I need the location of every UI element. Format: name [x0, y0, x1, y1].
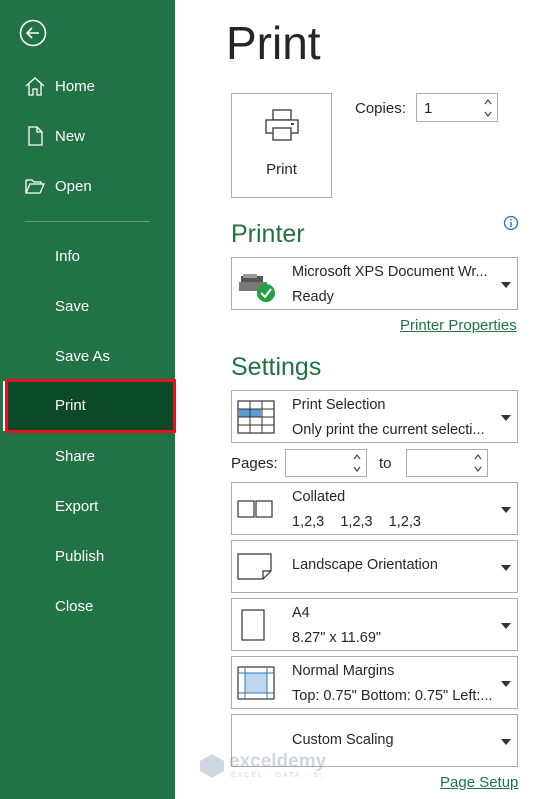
print-what-title: Print Selection	[292, 397, 386, 413]
exceldemy-watermark: exceldemy EXCEL · DATA · BI	[199, 751, 349, 781]
printer-ready-icon	[239, 274, 275, 302]
pages-from-input[interactable]	[285, 449, 367, 477]
orientation-dropdown[interactable]: Landscape Orientation	[231, 540, 518, 593]
new-document-icon	[28, 126, 43, 146]
chevron-down-icon	[501, 565, 511, 571]
nav-save-as[interactable]: Save As	[0, 334, 175, 380]
nav-print-label: Print	[55, 397, 86, 414]
folder-open-icon	[25, 179, 46, 194]
page-size-icon	[241, 609, 265, 641]
printer-icon	[265, 109, 299, 141]
margins-title: Normal Margins	[292, 663, 395, 679]
nav-info-label: Info	[55, 248, 81, 265]
pages-to-input[interactable]	[406, 449, 488, 477]
print-what-subtitle: Only print the current selecti...	[292, 422, 485, 438]
nav-print[interactable]: Print	[5, 379, 176, 433]
chevron-down-icon	[501, 623, 511, 629]
margins-subtitle: Top: 0.75" Bottom: 0.75" Left:...	[292, 688, 492, 704]
paper-title: A4	[292, 605, 310, 621]
printer-heading: Printer	[231, 220, 305, 248]
watermark-tagline: EXCEL · DATA · BI	[231, 772, 324, 779]
stepper-up-icon[interactable]	[473, 452, 483, 462]
margins-dropdown[interactable]: Normal Margins Top: 0.75" Bottom: 0.75" …	[231, 656, 518, 709]
nav-open-label: Open	[55, 178, 92, 195]
nav-new-label: New	[55, 128, 86, 145]
pages-to-label: to	[379, 455, 392, 472]
collation-subtitle: 1,2,3 1,2,3 1,2,3	[292, 514, 421, 530]
info-icon[interactable]	[503, 215, 519, 231]
nav-home-label: Home	[55, 78, 96, 95]
copies-value: 1	[424, 100, 433, 117]
print-pane: Print Print Copies: 1 Printer Microsoft …	[175, 0, 536, 799]
nav-save-label: Save	[55, 298, 90, 315]
chevron-down-icon	[501, 739, 511, 745]
nav-separator	[25, 221, 150, 222]
pages-label: Pages:	[231, 455, 278, 472]
nav-publish-label: Publish	[55, 548, 105, 565]
printer-status: Ready	[292, 289, 334, 305]
active-indicator	[3, 381, 6, 431]
selection-grid-icon	[237, 400, 275, 434]
stepper-up-icon[interactable]	[483, 97, 493, 107]
collation-dropdown[interactable]: Collated 1,2,3 1,2,3 1,2,3	[231, 482, 518, 535]
print-what-dropdown[interactable]: Print Selection Only print the current s…	[231, 390, 518, 443]
stepper-down-icon[interactable]	[352, 464, 362, 474]
page-setup-link[interactable]: Page Setup	[440, 774, 518, 791]
settings-heading: Settings	[231, 353, 322, 381]
nav-export-label: Export	[55, 498, 99, 515]
print-button-label: Print	[266, 161, 297, 178]
collation-title: Collated	[292, 489, 346, 505]
paper-size-dropdown[interactable]: A4 8.27" x 11.69"	[231, 598, 518, 651]
printer-name: Microsoft XPS Document Wr...	[292, 264, 488, 280]
nav-share[interactable]: Share	[0, 434, 175, 480]
print-button[interactable]: Print	[231, 93, 332, 198]
backstage-sidebar: Home New Open Info Save Save As Print Sh…	[0, 0, 176, 799]
landscape-page-icon	[237, 553, 272, 580]
back-arrow-icon[interactable]	[19, 19, 47, 47]
chevron-down-icon	[501, 507, 511, 513]
stepper-up-icon[interactable]	[352, 452, 362, 462]
printer-properties-link[interactable]: Printer Properties	[400, 317, 517, 334]
chevron-down-icon	[501, 681, 511, 687]
nav-open[interactable]: Open	[0, 164, 175, 210]
copies-label: Copies:	[355, 100, 406, 117]
home-icon	[25, 77, 45, 96]
nav-export[interactable]: Export	[0, 484, 175, 530]
nav-save[interactable]: Save	[0, 284, 175, 330]
chevron-down-icon	[501, 282, 511, 288]
watermark-name: exceldemy	[229, 751, 327, 772]
page-title: Print	[226, 17, 321, 69]
nav-publish[interactable]: Publish	[0, 534, 175, 580]
exceldemy-logo-icon	[200, 754, 224, 778]
scaling-title: Custom Scaling	[292, 732, 394, 748]
collated-pages-icon	[237, 500, 273, 518]
nav-home[interactable]: Home	[0, 64, 175, 110]
orientation-title: Landscape Orientation	[292, 557, 438, 573]
nav-save-as-label: Save As	[55, 348, 111, 365]
stepper-down-icon[interactable]	[483, 109, 493, 119]
chevron-down-icon	[501, 415, 511, 421]
margins-icon	[237, 666, 275, 700]
copies-stepper[interactable]: 1	[416, 93, 498, 122]
nav-info[interactable]: Info	[0, 234, 175, 280]
nav-close[interactable]: Close	[0, 584, 175, 630]
stepper-down-icon[interactable]	[473, 464, 483, 474]
paper-subtitle: 8.27" x 11.69"	[292, 630, 382, 646]
nav-new[interactable]: New	[0, 114, 175, 160]
printer-dropdown[interactable]: Microsoft XPS Document Wr... Ready	[231, 257, 518, 310]
nav-share-label: Share	[55, 448, 96, 465]
nav-close-label: Close	[55, 598, 94, 615]
